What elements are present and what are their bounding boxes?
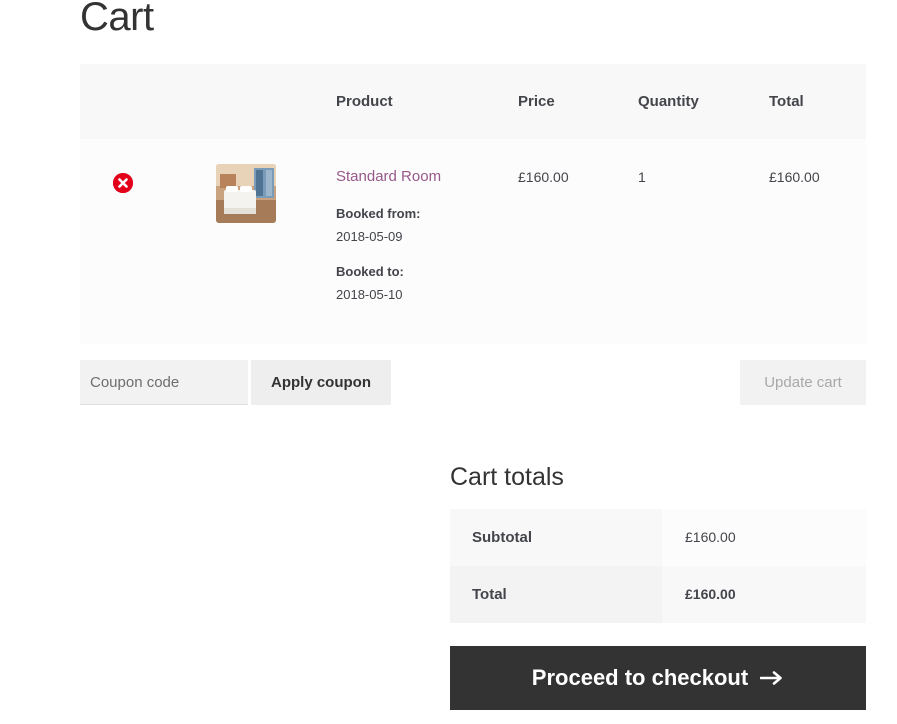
booked-to-date: 2018-05-10 bbox=[336, 287, 403, 302]
hotel-room-thumbnail bbox=[216, 164, 276, 223]
cart-totals-table: Subtotal £160.00 Total £160.00 bbox=[450, 509, 866, 623]
apply-coupon-button[interactable]: Apply coupon bbox=[251, 360, 391, 405]
total-label: Total bbox=[472, 586, 507, 603]
page-title: Cart bbox=[80, 0, 154, 39]
booked-to-label: Booked to: bbox=[336, 264, 404, 279]
subtotal-row: Subtotal £160.00 bbox=[450, 509, 866, 566]
remove-icon bbox=[113, 173, 133, 193]
cart-table: Product Price Quantity Total Standard Ro… bbox=[80, 64, 866, 344]
item-quantity[interactable]: 1 bbox=[638, 169, 646, 185]
cart-totals-title: Cart totals bbox=[450, 463, 564, 491]
proceed-to-checkout-button[interactable]: Proceed to checkout bbox=[450, 646, 866, 710]
booked-from-label: Booked from: bbox=[336, 206, 421, 221]
coupon-code-input[interactable] bbox=[80, 360, 248, 405]
subtotal-value: £160.00 bbox=[685, 529, 736, 545]
header-product: Product bbox=[336, 93, 393, 110]
subtotal-label: Subtotal bbox=[472, 529, 532, 546]
total-row: Total £160.00 bbox=[450, 566, 866, 623]
cart-item-row: Standard Room Booked from: 2018-05-09 Bo… bbox=[80, 139, 866, 344]
item-price: £160.00 bbox=[518, 169, 569, 185]
product-name-link[interactable]: Standard Room bbox=[336, 168, 441, 185]
item-total: £160.00 bbox=[769, 169, 820, 185]
header-total: Total bbox=[769, 93, 804, 110]
cart-page: Cart Product Price Quantity Total Standa… bbox=[0, 0, 897, 724]
header-quantity: Quantity bbox=[638, 93, 699, 110]
arrow-right-icon bbox=[760, 671, 782, 685]
total-value: £160.00 bbox=[685, 586, 736, 602]
checkout-label: Proceed to checkout bbox=[531, 665, 749, 690]
update-cart-button[interactable]: Update cart bbox=[740, 360, 866, 405]
booked-from-date: 2018-05-09 bbox=[336, 229, 403, 244]
header-price: Price bbox=[518, 93, 555, 110]
product-thumbnail[interactable] bbox=[216, 164, 276, 223]
remove-item-button[interactable] bbox=[113, 173, 133, 193]
cart-table-header: Product Price Quantity Total bbox=[80, 64, 866, 139]
